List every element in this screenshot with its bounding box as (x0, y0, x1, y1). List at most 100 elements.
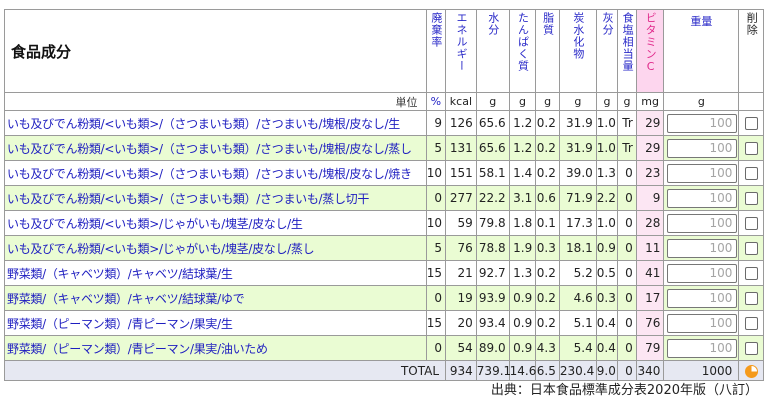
cell-refuse: 0 (425, 185, 447, 211)
total-fat: 6.5 (535, 360, 560, 381)
cell-energy: 19 (445, 285, 477, 311)
delete-cell (738, 260, 764, 286)
food-name-link[interactable]: いも及びでん粉類/<いも類>/じゃがいも/塊茎/皮なし/生 (4, 210, 427, 236)
cell-vitc: 28 (635, 210, 665, 236)
column-header-ash[interactable]: 灰分 (595, 9, 619, 93)
table-row: いも及びでん粉類/<いも類>/じゃがいも/塊茎/皮なし/蒸し 5 76 78.8 1.9… (4, 235, 764, 261)
delete-checkbox[interactable] (744, 167, 758, 180)
weight-input[interactable] (667, 338, 738, 358)
cell-carb: 5.4 (558, 335, 597, 361)
weight-input[interactable] (667, 163, 738, 183)
food-name-link[interactable]: 野菜類/（キャベツ類）/キャベツ/結球葉/生 (4, 260, 427, 286)
cell-fat: 0.2 (535, 110, 560, 136)
food-name-link[interactable]: 野菜類/（ピーマン類）/青ピーマン/果実/生 (4, 310, 427, 336)
column-header-carb[interactable]: 炭水化物 (558, 9, 597, 93)
food-name-link[interactable]: いも及びでん粉類/<いも類>/（さつまいも類）/さつまいも/塊根/皮なし/蒸し (4, 135, 427, 161)
delete-cell (738, 235, 764, 261)
cell-refuse: 15 (425, 310, 447, 336)
weight-input[interactable] (667, 313, 738, 333)
delete-checkbox[interactable] (744, 292, 758, 305)
column-header-energy[interactable]: エネルギー (445, 9, 477, 93)
column-header-fat[interactable]: 脂質 (535, 9, 560, 93)
cell-water: 93.4 (475, 310, 510, 336)
total-row: TOTAL 934 739.1 14.6 6.5 230.4 9.0 0 340… (3, 360, 764, 381)
total-weight: 1000 (663, 360, 740, 381)
cell-ash: 0.4 (595, 310, 619, 336)
cell-fat: 0.2 (535, 260, 560, 286)
cell-vitc: 9 (635, 185, 665, 211)
table-row: 野菜類/（ピーマン類）/青ピーマン/果実/油いため 0 54 89.0 0.9 4.3 5.… (4, 335, 764, 361)
delete-checkbox[interactable] (744, 317, 758, 330)
weight-cell (663, 135, 740, 161)
delete-checkbox[interactable] (744, 142, 758, 155)
cell-water: 93.9 (475, 285, 510, 311)
cell-energy: 59 (445, 210, 477, 236)
table-row: いも及びでん粉類/<いも類>/じゃがいも/塊茎/皮なし/生 10 59 79.8 1.8… (4, 210, 764, 236)
cell-water: 79.8 (475, 210, 510, 236)
weight-input[interactable] (667, 138, 738, 158)
unit-water: g (475, 92, 510, 111)
cell-refuse: 10 (425, 160, 447, 186)
cell-energy: 277 (445, 185, 477, 211)
cell-carb: 5.1 (558, 310, 597, 336)
food-name-link[interactable]: いも及びでん粉類/<いも類>/（さつまいも類）/さつまいも/蒸し切干 (4, 185, 427, 211)
column-header-weight[interactable]: 重量 (663, 9, 740, 93)
unit-vitc: mg (635, 92, 665, 111)
cell-energy: 20 (445, 310, 477, 336)
cell-ash: 1.0 (595, 110, 619, 136)
cell-water: 65.6 (475, 110, 510, 136)
weight-input[interactable] (667, 238, 738, 258)
pie-chart-icon[interactable] (744, 364, 758, 378)
cell-protein: 0.9 (508, 310, 537, 336)
cell-water: 89.0 (475, 335, 510, 361)
cell-salt: 0 (617, 160, 637, 186)
cell-carb: 18.1 (558, 235, 597, 261)
total-label: TOTAL (3, 360, 447, 381)
cell-salt: Tr (617, 135, 637, 161)
table-row: 野菜類/（キャベツ類）/キャベツ/結球葉/生 15 21 92.7 1.3 0.2 5.2 0… (4, 260, 764, 286)
cell-refuse: 15 (425, 260, 447, 286)
cell-ash: 1.0 (595, 135, 619, 161)
delete-cell (738, 335, 764, 361)
column-header-refuse[interactable]: 廃棄率 (425, 9, 447, 93)
cell-refuse: 0 (425, 285, 447, 311)
food-name-link[interactable]: 野菜類/（キャベツ類）/キャベツ/結球葉/ゆで (4, 285, 427, 311)
table-body: いも及びでん粉類/<いも類>/（さつまいも類）/さつまいも/塊根/皮なし/生 9 1… (4, 110, 764, 361)
column-header-vitc[interactable]: ビタミンC (635, 9, 665, 93)
cell-protein: 1.3 (508, 260, 537, 286)
delete-checkbox[interactable] (744, 267, 758, 280)
column-header-salt[interactable]: 食塩相当量 (617, 9, 637, 93)
total-chart-cell[interactable] (738, 360, 764, 381)
weight-input[interactable] (667, 188, 738, 208)
weight-input[interactable] (667, 113, 738, 133)
cell-vitc: 23 (635, 160, 665, 186)
column-header-water[interactable]: 水分 (475, 9, 510, 93)
weight-input[interactable] (667, 288, 738, 308)
delete-checkbox[interactable] (744, 117, 758, 130)
food-name-link[interactable]: いも及びでん粉類/<いも類>/じゃがいも/塊茎/皮なし/蒸し (4, 235, 427, 261)
food-name-link[interactable]: いも及びでん粉類/<いも類>/（さつまいも類）/さつまいも/塊根/皮なし/焼き (4, 160, 427, 186)
cell-ash: 1.3 (595, 160, 619, 186)
cell-protein: 1.9 (508, 235, 537, 261)
cell-carb: 5.2 (558, 260, 597, 286)
column-header-delete: 削除 (738, 9, 764, 93)
delete-checkbox[interactable] (744, 217, 758, 230)
cell-carb: 31.9 (558, 135, 597, 161)
column-header-protein[interactable]: たんぱく質 (508, 9, 537, 93)
delete-checkbox[interactable] (744, 192, 758, 205)
total-vitc: 340 (635, 360, 665, 381)
cell-protein: 0.9 (508, 335, 537, 361)
source-citation: 出典：日本食品標準成分表2020年版（八訂） (490, 383, 758, 398)
weight-input[interactable] (667, 213, 738, 233)
delete-cell (738, 310, 764, 336)
cell-water: 92.7 (475, 260, 510, 286)
unit-ash: g (595, 92, 619, 111)
weight-input[interactable] (667, 263, 738, 283)
delete-checkbox[interactable] (744, 342, 758, 355)
delete-checkbox[interactable] (744, 242, 758, 255)
cell-salt: 0 (617, 210, 637, 236)
delete-cell (738, 160, 764, 186)
food-name-link[interactable]: 野菜類/（ピーマン類）/青ピーマン/果実/油いため (4, 335, 427, 361)
food-name-link[interactable]: いも及びでん粉類/<いも類>/（さつまいも類）/さつまいも/塊根/皮なし/生 (4, 110, 427, 136)
cell-vitc: 29 (635, 110, 665, 136)
